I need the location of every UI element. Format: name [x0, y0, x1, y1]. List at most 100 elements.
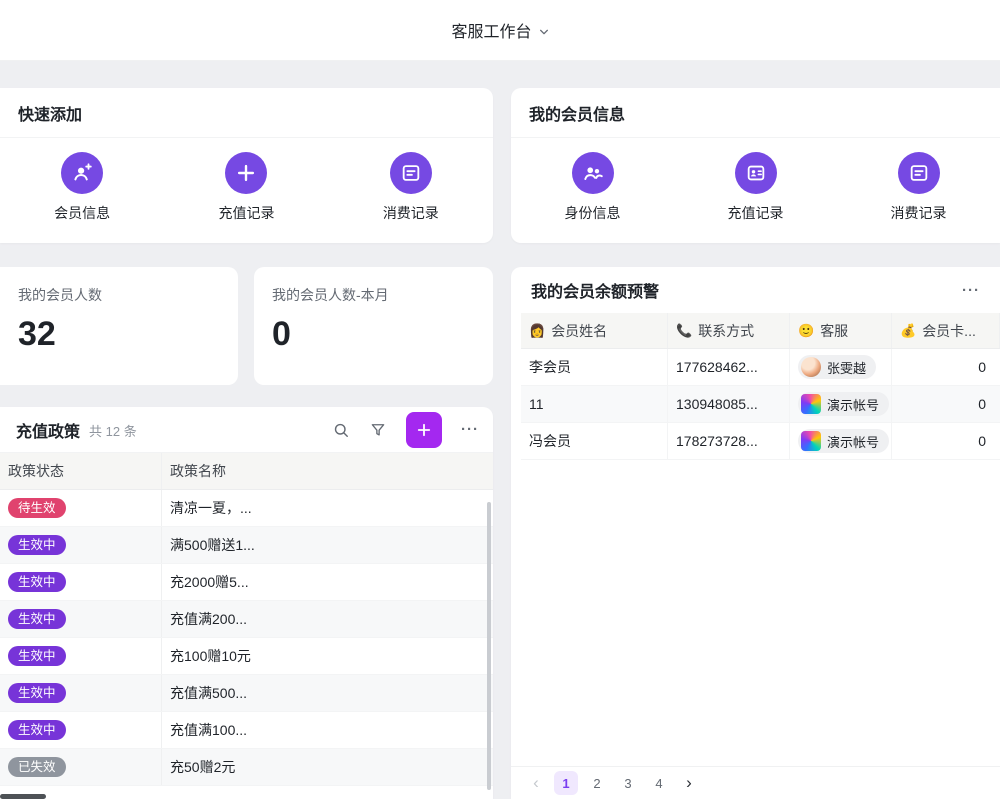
member-phone-cell: 177628462... — [668, 349, 790, 385]
policy-row[interactable]: 生效中 充值满500... — [0, 675, 493, 712]
column-header-status: 政策状态 — [0, 453, 162, 489]
member-row[interactable]: 李会员 177628462... 张雯越 0 — [521, 349, 1000, 386]
recharge-policy-toolbar: ··· — [332, 412, 479, 448]
policy-name-cell: 充值满500... — [162, 675, 493, 711]
more-actions-icon[interactable]: ··· — [461, 421, 479, 438]
quick-action-member-info[interactable]: 会员信息 — [54, 152, 110, 223]
quick-action-label: 会员信息 — [54, 203, 110, 223]
member-action-consume-record[interactable]: 消费记录 — [891, 152, 947, 223]
horizontal-scrollbar[interactable] — [0, 794, 46, 799]
quick-action-label: 充值记录 — [218, 203, 274, 223]
agent-name: 张雯越 — [827, 358, 866, 377]
pagination-next-icon[interactable]: › — [678, 772, 700, 794]
agent-name: 演示帐号 — [827, 432, 879, 451]
phone-emoji-icon: 📞 — [676, 323, 692, 339]
smiley-emoji-icon: 🙂 — [798, 323, 814, 339]
id-card-icon — [735, 152, 777, 194]
policy-row[interactable]: 生效中 充2000赠5... — [0, 564, 493, 601]
member-row[interactable]: 11 130948085... 演示帐号 0 — [521, 386, 1000, 423]
balance-warning-card: 我的会员余额预警 ··· 👩 会员姓名 📞 联系方式 🙂 客服 💰 会员卡... — [511, 267, 1000, 799]
pagination-page-1[interactable]: 1 — [554, 771, 578, 795]
avatar — [801, 394, 821, 414]
vertical-scrollbar[interactable] — [487, 502, 491, 790]
status-badge: 生效中 — [8, 535, 66, 556]
status-badge: 生效中 — [8, 572, 66, 593]
pagination-page-3[interactable]: 3 — [616, 771, 640, 795]
agent-cell: 演示帐号 — [790, 386, 892, 422]
stat-card-member-count-month: 我的会员人数-本月 0 — [254, 267, 493, 385]
member-action-recharge-record[interactable]: 充值记录 — [728, 152, 784, 223]
quick-add-card-header: 快速添加 — [0, 88, 493, 138]
quick-add-actions: 会员信息 充值记录 消费记录 — [0, 138, 493, 223]
column-header-name: 政策名称 — [162, 453, 493, 489]
status-badge: 生效中 — [8, 720, 66, 741]
policy-status-cell: 生效中 — [0, 638, 162, 674]
avatar — [801, 431, 821, 451]
agent-chip[interactable]: 张雯越 — [798, 355, 876, 379]
balance-warning-header: 我的会员余额预警 ··· — [511, 267, 1000, 313]
stat-label: 我的会员人数 — [18, 285, 220, 305]
member-name-cell: 李会员 — [521, 349, 668, 385]
policy-name-cell: 充值满200... — [162, 601, 493, 637]
agent-cell: 张雯越 — [790, 349, 892, 385]
balance-table-body: 李会员 177628462... 张雯越 0 11 130948085... 演… — [521, 349, 1000, 460]
app-header: 客服工作台 — [0, 0, 1000, 61]
column-header-member-name: 👩 会员姓名 — [521, 313, 668, 348]
agent-name: 演示帐号 — [827, 395, 879, 414]
status-badge: 生效中 — [8, 683, 66, 704]
balance-cell: 0 — [892, 349, 1000, 385]
recharge-policy-card: 充值政策 共 12 条 ··· 政策状态 政策名称 待生效 清凉一夏，... 生… — [0, 407, 493, 799]
agent-chip[interactable]: 演示帐号 — [798, 392, 889, 416]
filter-icon[interactable] — [369, 421, 387, 439]
member-action-label: 充值记录 — [728, 203, 784, 223]
policy-row[interactable]: 待生效 清凉一夏，... — [0, 490, 493, 527]
policy-row[interactable]: 生效中 充100赠10元 — [0, 638, 493, 675]
pagination-page-2[interactable]: 2 — [585, 771, 609, 795]
pagination-prev-icon[interactable]: ‹ — [525, 772, 547, 794]
column-label: 会员姓名 — [551, 321, 607, 341]
policy-row[interactable]: 生效中 充值满200... — [0, 601, 493, 638]
policy-row[interactable]: 已失效 充50赠2元 — [0, 749, 493, 786]
column-label: 会员卡... — [922, 321, 976, 341]
policy-name-cell: 充2000赠5... — [162, 564, 493, 600]
workspace-title[interactable]: 客服工作台 — [451, 18, 531, 42]
recharge-policy-title: 充值政策 — [16, 418, 80, 442]
policy-name-cell: 充50赠2元 — [162, 749, 493, 785]
quick-action-recharge-record[interactable]: 充值记录 — [218, 152, 274, 223]
quick-action-consume-record[interactable]: 消费记录 — [383, 152, 439, 223]
chevron-down-icon[interactable] — [539, 27, 549, 37]
plus-icon — [225, 152, 267, 194]
status-badge: 生效中 — [8, 646, 66, 667]
stat-value: 32 — [18, 315, 220, 354]
balance-cell: 0 — [892, 386, 1000, 422]
policy-status-cell: 已失效 — [0, 749, 162, 785]
agent-chip[interactable]: 演示帐号 — [798, 429, 889, 453]
policy-status-cell: 生效中 — [0, 712, 162, 748]
policy-table-body: 待生效 清凉一夏，... 生效中 满500赠送1... 生效中 充2000赠5.… — [0, 490, 493, 786]
member-action-label: 消费记录 — [891, 203, 947, 223]
policy-name-cell: 清凉一夏，... — [162, 490, 493, 526]
policy-name-cell: 满500赠送1... — [162, 527, 493, 563]
stat-label: 我的会员人数-本月 — [272, 285, 475, 305]
agent-cell: 演示帐号 — [790, 423, 892, 459]
column-header-card-balance: 💰 会员卡... — [892, 313, 1000, 348]
balance-table-header: 👩 会员姓名 📞 联系方式 🙂 客服 💰 会员卡... — [521, 313, 1000, 349]
status-badge: 待生效 — [8, 498, 66, 519]
column-label: 联系方式 — [698, 321, 754, 341]
policy-status-cell: 生效中 — [0, 675, 162, 711]
search-icon[interactable] — [332, 421, 350, 439]
member-action-identity[interactable]: 身份信息 — [565, 152, 621, 223]
quick-action-label: 消费记录 — [383, 203, 439, 223]
balance-cell: 0 — [892, 423, 1000, 459]
member-row[interactable]: 冯会员 178273728... 演示帐号 0 — [521, 423, 1000, 460]
policy-row[interactable]: 生效中 充值满100... — [0, 712, 493, 749]
column-header-contact: 📞 联系方式 — [668, 313, 790, 348]
policy-row[interactable]: 生效中 满500赠送1... — [0, 527, 493, 564]
policy-status-cell: 生效中 — [0, 527, 162, 563]
person-plus-icon — [61, 152, 103, 194]
quick-add-title: 快速添加 — [18, 101, 82, 125]
add-record-button[interactable] — [406, 412, 442, 448]
pagination-page-4[interactable]: 4 — [647, 771, 671, 795]
policy-name-cell: 充100赠10元 — [162, 638, 493, 674]
more-actions-icon[interactable]: ··· — [962, 282, 980, 299]
